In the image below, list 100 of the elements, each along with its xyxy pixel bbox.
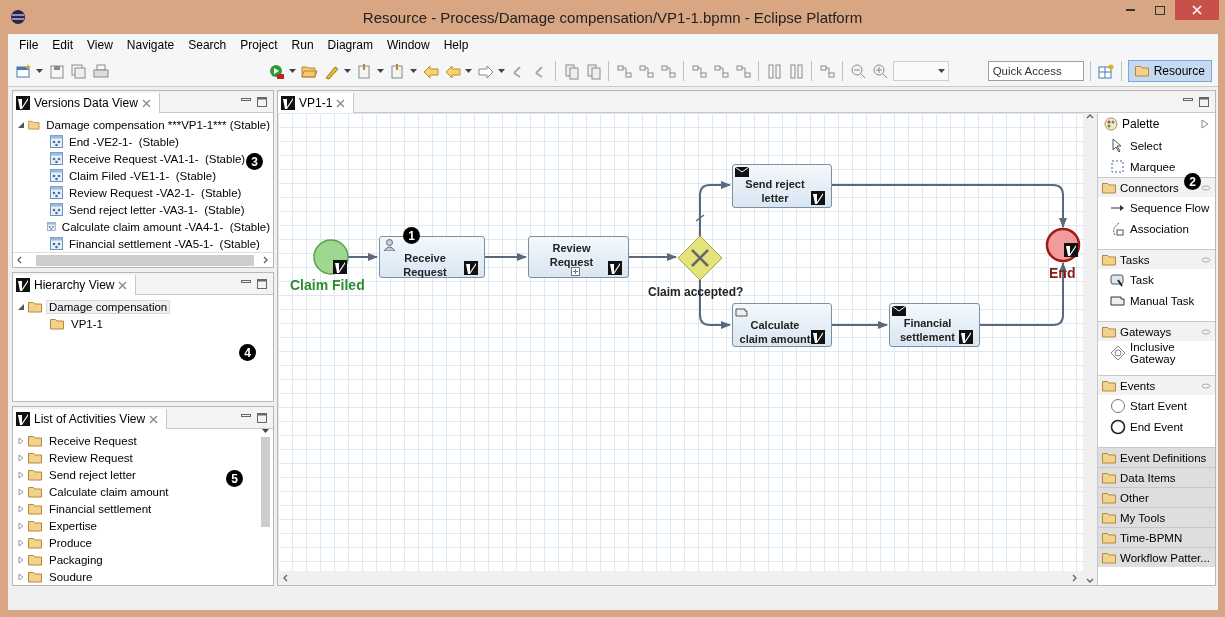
tree-item[interactable]: Review Request bbox=[46, 450, 136, 465]
caret-icon[interactable] bbox=[465, 69, 472, 73]
horizontal-scrollbar[interactable] bbox=[13, 252, 273, 267]
layout-icon[interactable] bbox=[637, 62, 655, 80]
quick-access-field[interactable]: Quick Access bbox=[987, 61, 1084, 81]
tree-item[interactable]: Review Request -VA2-1- (Stable) bbox=[66, 185, 245, 200]
caret-icon[interactable] bbox=[498, 69, 505, 73]
expand-arrow-icon[interactable] bbox=[1201, 119, 1209, 129]
tree-item[interactable]: Receive Request bbox=[46, 433, 140, 448]
layout-icon[interactable] bbox=[659, 62, 677, 80]
palette-drawer[interactable]: Events bbox=[1098, 375, 1215, 395]
tree-item[interactable]: End -VE2-1- (Stable) bbox=[66, 134, 182, 149]
caret-icon[interactable] bbox=[410, 69, 417, 73]
menu-item[interactable]: Navigate bbox=[119, 38, 182, 52]
palette-drawer[interactable]: Other bbox=[1098, 487, 1215, 507]
palette-drawer[interactable]: Tasks bbox=[1098, 249, 1215, 269]
close-icon[interactable] bbox=[118, 280, 128, 290]
close-icon[interactable] bbox=[141, 98, 151, 108]
zoom-out-icon[interactable] bbox=[849, 62, 867, 80]
tree-item[interactable]: Calculate claim amount -VA4-1- (Stable) bbox=[58, 219, 273, 234]
run-icon[interactable] bbox=[267, 62, 285, 80]
view-tab[interactable]: Hierarchy View bbox=[13, 275, 137, 295]
palette-tool[interactable]: Task bbox=[1098, 269, 1215, 290]
perspective-button[interactable]: Resource bbox=[1127, 60, 1212, 82]
pin-icon[interactable] bbox=[1201, 184, 1211, 191]
close-icon[interactable] bbox=[336, 98, 346, 108]
save-all-icon[interactable] bbox=[69, 62, 87, 80]
task-icon bbox=[1110, 271, 1126, 288]
print-icon[interactable] bbox=[91, 62, 109, 80]
tree-item[interactable]: Send reject letter bbox=[46, 467, 139, 482]
menu-item[interactable]: File bbox=[12, 38, 46, 52]
menu-item[interactable]: Edit bbox=[45, 38, 81, 52]
layout-icon[interactable] bbox=[734, 62, 752, 80]
palette-tool[interactable]: Select bbox=[1098, 135, 1215, 156]
tree-item[interactable]: Claim Filed -VE1-1- (Stable) bbox=[66, 168, 219, 183]
layout-icon[interactable] bbox=[818, 62, 836, 80]
layout-icon[interactable] bbox=[712, 62, 730, 80]
palette-tool[interactable]: Manual Task bbox=[1098, 290, 1215, 311]
layout-icon[interactable] bbox=[690, 62, 708, 80]
menu-item[interactable]: Run bbox=[284, 38, 321, 52]
palette-tool[interactable]: Start Event bbox=[1098, 395, 1215, 416]
expanded-arrow-icon[interactable] bbox=[17, 120, 25, 129]
pin-icon[interactable] bbox=[1201, 328, 1211, 335]
tree-item[interactable]: VP1-1 bbox=[68, 316, 106, 331]
close-button[interactable] bbox=[1175, 0, 1219, 20]
open-perspective-icon[interactable] bbox=[1097, 62, 1115, 80]
editor-tab[interactable]: VP1-1 bbox=[278, 93, 355, 113]
tree-item[interactable]: Packaging bbox=[46, 552, 106, 567]
caret-icon[interactable] bbox=[377, 69, 384, 73]
maximize-icon[interactable] bbox=[1199, 96, 1209, 107]
zoom-in-icon[interactable] bbox=[871, 62, 889, 80]
copy-icon[interactable] bbox=[584, 62, 602, 80]
palette-drawer[interactable]: Data Items bbox=[1098, 467, 1215, 487]
pin-icon[interactable] bbox=[1201, 382, 1211, 389]
caret-icon[interactable] bbox=[938, 69, 945, 73]
palette-drawer[interactable]: Workflow Patter... bbox=[1098, 547, 1215, 567]
caret-icon[interactable] bbox=[289, 69, 296, 73]
tree-item[interactable]: Damage compensation ***VP1-1*** (Stable) bbox=[43, 117, 273, 132]
palette-drawer[interactable]: Event Definitions bbox=[1098, 447, 1215, 467]
palette-drawer[interactable]: Gateways bbox=[1098, 321, 1215, 341]
menu-item[interactable]: View bbox=[80, 38, 120, 52]
horizontal-scrollbar[interactable] bbox=[278, 571, 1083, 585]
view-tab[interactable]: Versions Data View bbox=[13, 93, 160, 113]
maximize-icon[interactable] bbox=[257, 278, 267, 289]
caret-icon[interactable] bbox=[344, 69, 351, 73]
columns-icon[interactable] bbox=[765, 62, 783, 80]
palette-drawer[interactable]: Time-BPMN bbox=[1098, 527, 1215, 547]
new-window-icon[interactable] bbox=[14, 62, 32, 80]
vertical-scrollbar[interactable] bbox=[1083, 113, 1097, 585]
palette-icon bbox=[1104, 117, 1118, 131]
palette-drawer[interactable]: My Tools bbox=[1098, 507, 1215, 527]
close-icon[interactable] bbox=[149, 414, 159, 424]
palette-tool[interactable]: Association bbox=[1098, 218, 1215, 239]
caret-icon[interactable] bbox=[36, 69, 43, 73]
tree-item[interactable]: Produce bbox=[46, 535, 95, 550]
copy-icon[interactable] bbox=[562, 62, 580, 80]
maximize-icon[interactable] bbox=[257, 96, 267, 107]
tree-item[interactable]: Financial settlement -VA5-1- (Stable) bbox=[66, 236, 263, 251]
pin-icon[interactable] bbox=[1201, 256, 1211, 263]
palette-tool[interactable]: Sequence Flow bbox=[1098, 197, 1215, 218]
tree-item[interactable]: Send reject letter -VA3-1- (Stable) bbox=[66, 202, 248, 217]
layout-icon[interactable] bbox=[615, 62, 633, 80]
maximize-icon[interactable] bbox=[257, 412, 267, 423]
menu-item[interactable]: Search bbox=[181, 38, 234, 52]
tree-item[interactable]: Damage compensation bbox=[46, 299, 171, 314]
menu-item[interactable]: Help bbox=[436, 38, 476, 52]
tree-item[interactable]: Calculate claim amount bbox=[46, 484, 172, 499]
tree-item[interactable]: Soudure bbox=[46, 569, 96, 584]
palette-tool[interactable]: End Event bbox=[1098, 416, 1215, 437]
tree-item[interactable]: Receive Request -VA1-1- (Stable) bbox=[66, 151, 249, 166]
palette-tool[interactable]: Inclusive Gateway bbox=[1098, 341, 1215, 365]
menu-item[interactable]: Window bbox=[379, 38, 437, 52]
tree-item[interactable]: Expertise bbox=[46, 518, 100, 533]
expanded-arrow-icon[interactable] bbox=[17, 302, 25, 311]
menu-item[interactable]: Diagram bbox=[320, 38, 380, 52]
marquee-icon bbox=[1110, 158, 1126, 175]
tree-item[interactable]: Financial settlement bbox=[46, 501, 155, 516]
menu-item[interactable]: Project bbox=[233, 38, 285, 52]
columns-icon[interactable] bbox=[787, 62, 805, 80]
view-tab[interactable]: List of Activities View bbox=[13, 409, 168, 429]
